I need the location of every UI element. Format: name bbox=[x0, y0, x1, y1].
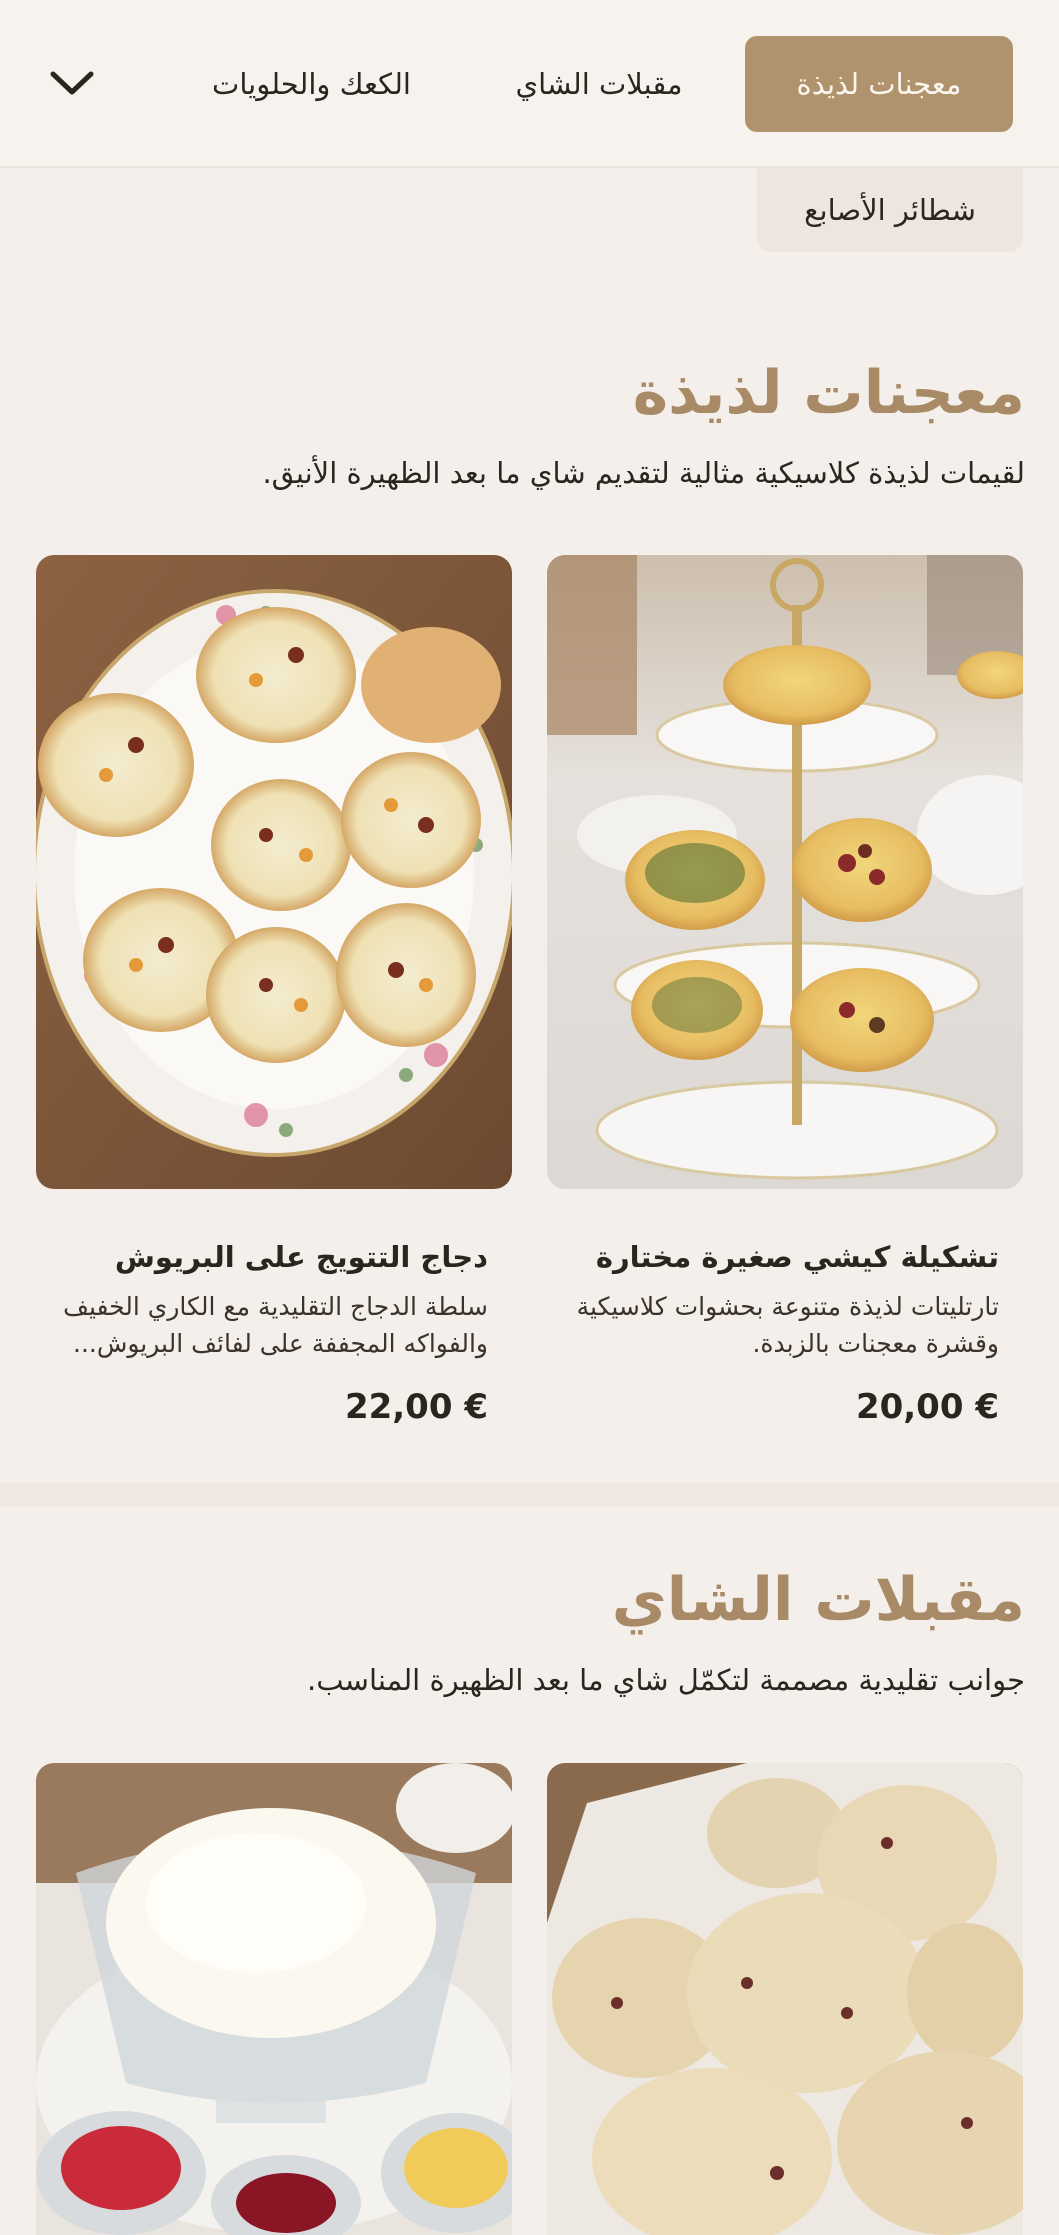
category-nav: معجنات لذيذة مقبلات الشاي الكعك والحلويا… bbox=[0, 0, 1059, 168]
product-title[interactable]: دجاج التتويج على البريوش bbox=[58, 1240, 488, 1274]
section-subtitle: جوانب تقليدية مصممة لتكمّل شاي ما بعد ال… bbox=[306, 1663, 1025, 1697]
section-title: مقبلات الشاي bbox=[611, 1565, 1025, 1635]
section-divider bbox=[0, 1483, 1059, 1507]
product-description-line: والفواكه المجففة على لفائف البريوش... bbox=[73, 1329, 488, 1358]
tab-finger-sandwiches[interactable]: شطائر الأصابع bbox=[757, 168, 1023, 252]
section-title: معجنات لذيذة bbox=[632, 358, 1025, 428]
product-price: 22,00 € bbox=[344, 1387, 488, 1427]
product-image-coronation-chicken[interactable] bbox=[36, 555, 512, 1189]
tab-cakes-desserts[interactable]: الكعك والحلويات bbox=[179, 36, 444, 132]
chevron-down-icon[interactable] bbox=[44, 58, 100, 108]
product-description: تارتليتات لذيذة متنوعة بحشوات كلاسيكية و… bbox=[569, 1288, 999, 1362]
product-title[interactable]: تشكيلة كيشي صغيرة مختارة bbox=[569, 1240, 999, 1274]
tab-label: شطائر الأصابع bbox=[804, 193, 976, 227]
tab-label: الكعك والحلويات bbox=[212, 67, 411, 101]
tab-savory-pastries[interactable]: معجنات لذيذة bbox=[745, 36, 1013, 132]
product-description: سلطة الدجاج التقليدية مع الكاري الخفيف و… bbox=[58, 1288, 488, 1362]
product-image-mini-quiche[interactable] bbox=[547, 555, 1023, 1189]
product-description-line: تارتليتات لذيذة متنوعة بحشوات كلاسيكية bbox=[576, 1292, 999, 1321]
tab-label: مقبلات الشاي bbox=[515, 67, 683, 101]
product-image-clotted-cream[interactable] bbox=[36, 1763, 512, 2235]
tab-label: معجنات لذيذة bbox=[796, 67, 962, 101]
product-description-line: سلطة الدجاج التقليدية مع الكاري الخفيف bbox=[63, 1292, 488, 1321]
tab-tea-sides[interactable]: مقبلات الشاي bbox=[484, 36, 714, 132]
product-image-scones[interactable] bbox=[547, 1763, 1023, 2235]
product-price: 20,00 € bbox=[855, 1387, 999, 1427]
section-subtitle: لقيمات لذيذة كلاسيكية مثالية لتقديم شاي … bbox=[262, 456, 1025, 490]
product-description-line: وقشرة معجنات بالزبدة. bbox=[752, 1329, 999, 1358]
